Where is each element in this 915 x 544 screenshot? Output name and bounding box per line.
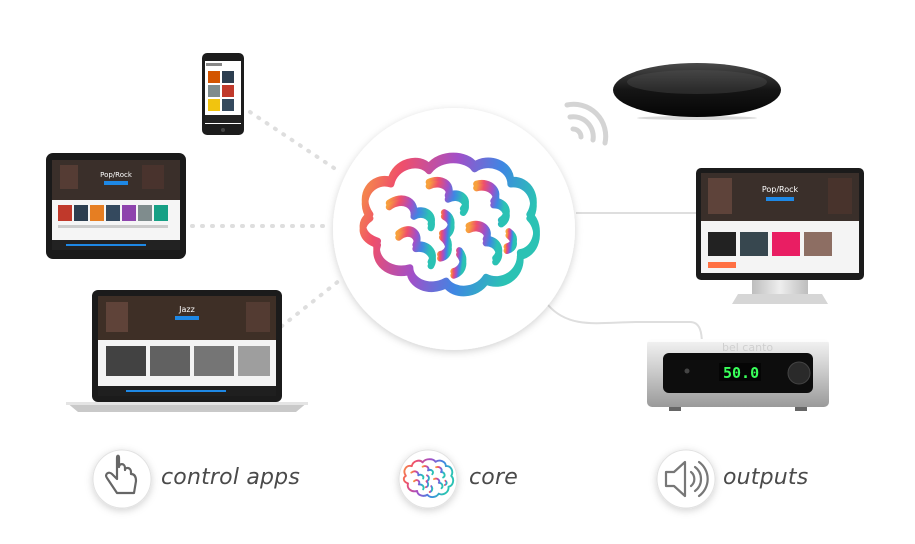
tablet-screen-title: Pop/Rock: [100, 171, 133, 179]
amplifier-display: 50.0: [723, 364, 760, 382]
legend-control: [92, 449, 152, 509]
outputs-label: outputs: [723, 465, 809, 490]
control-apps-label: control apps: [161, 465, 301, 490]
wireless-signal-icon: [564, 101, 609, 146]
smartphone: [202, 53, 244, 135]
legend-outputs: [656, 449, 716, 509]
amplifier-brand: bel canto: [722, 341, 774, 354]
core-label: core: [469, 465, 518, 490]
laptop: Jazz: [66, 290, 308, 412]
tablet: Pop/Rock: [46, 153, 186, 259]
diagram-canvas: Pop/Rock Jazz Pop/Rock: [46, 53, 864, 509]
monitor-screen-title: Pop/Rock: [762, 185, 799, 194]
wireless-speaker: [613, 63, 781, 120]
laptop-screen-title: Jazz: [178, 305, 195, 314]
monitor: Pop/Rock: [696, 168, 864, 304]
phone-connector: [248, 110, 342, 174]
legend-core: [398, 449, 458, 509]
